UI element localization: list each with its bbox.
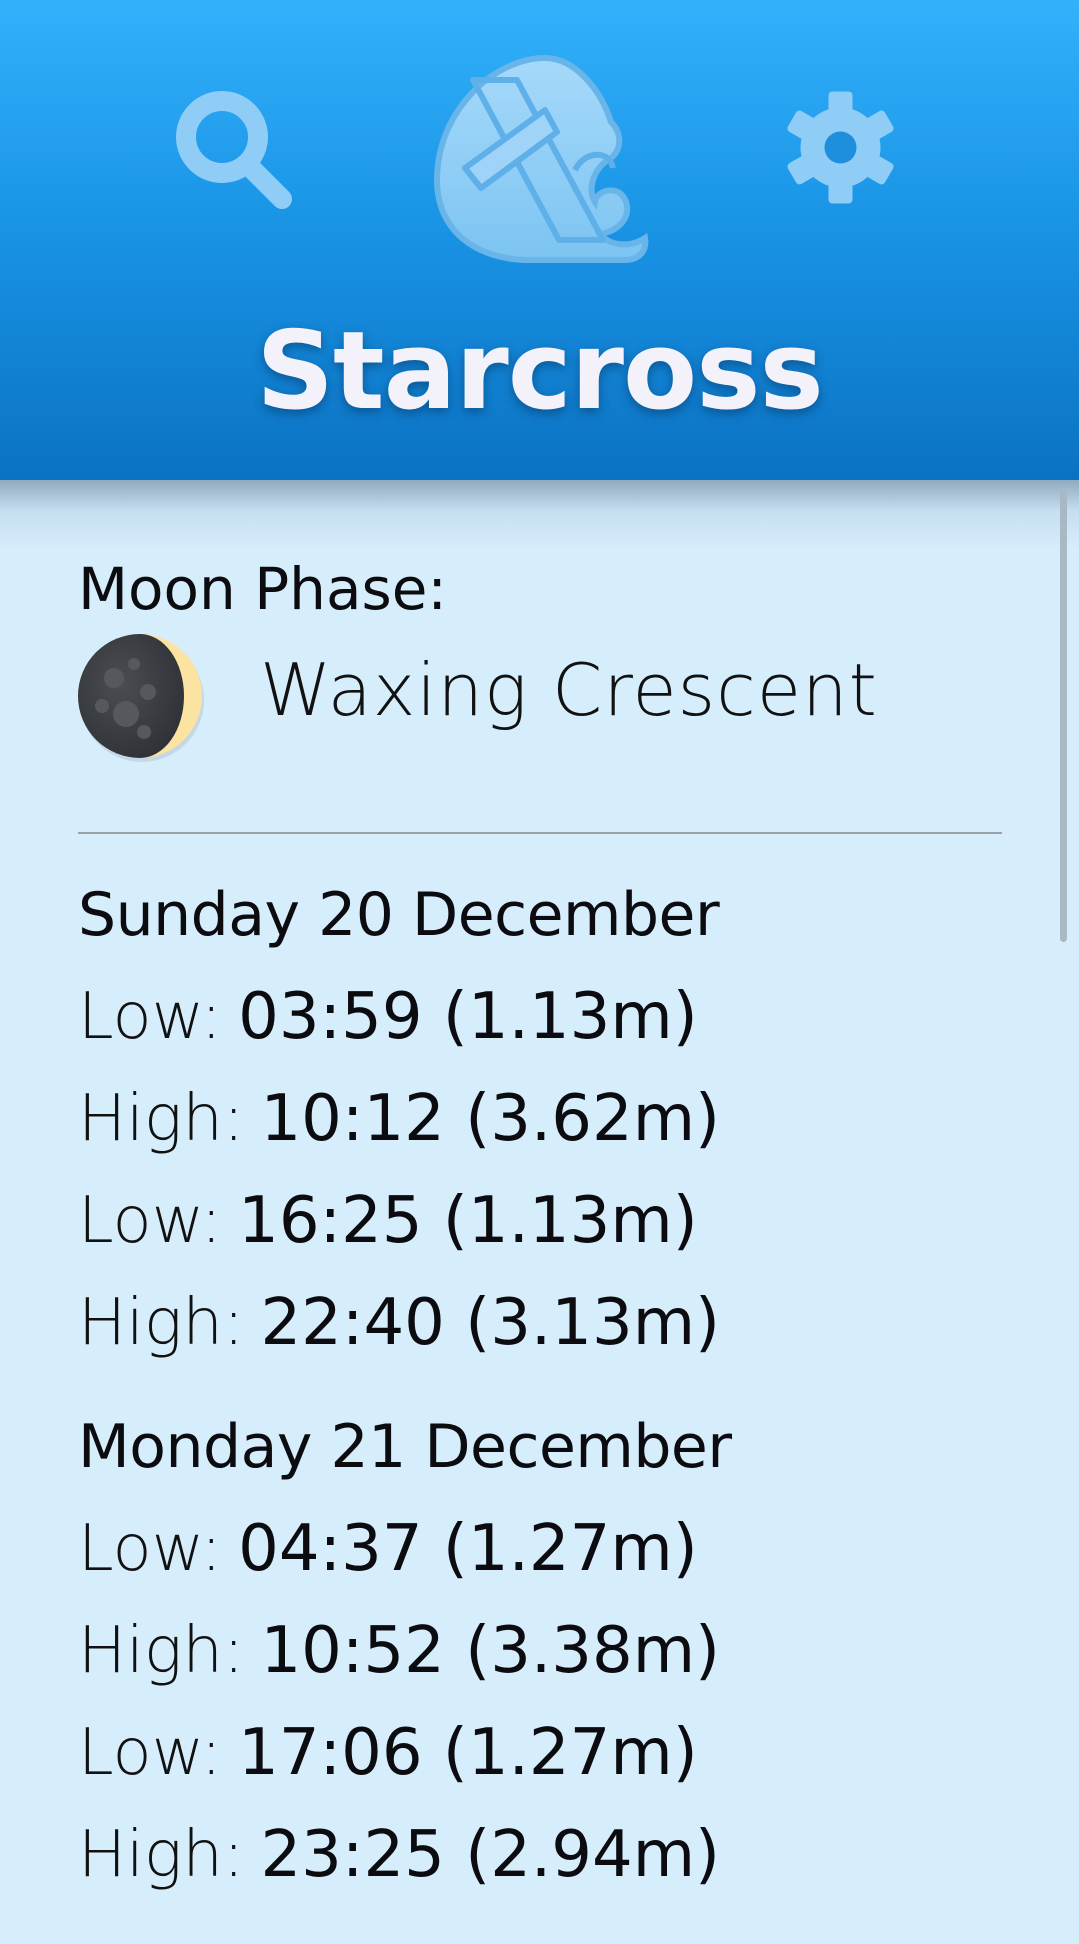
moon-phase-row: Waxing Crescent — [78, 634, 1002, 774]
tide-type: High: — [78, 1082, 245, 1156]
tide-days-list: Sunday 20 December Low: 03:59 (1.13m) Hig… — [78, 880, 1018, 1944]
tide-row: Low: 03:59 (1.13m) — [78, 982, 1018, 1052]
moon-phase-label: Moon Phase: — [78, 555, 447, 623]
divider — [78, 832, 1002, 834]
tide-type: Low: — [78, 1184, 223, 1258]
tide-value: 22:40 (3.13m) — [260, 1286, 720, 1360]
tide-type: Low: — [78, 980, 223, 1054]
day-heading: Sunday 20 December — [78, 880, 720, 950]
scrollbar[interactable] — [1060, 490, 1067, 942]
tide-type: Low: — [78, 1512, 223, 1586]
tide-value: 23:25 (2.94m) — [260, 1818, 720, 1892]
app-logo — [425, 50, 655, 270]
tide-row: High: 23:25 (2.94m) — [78, 1820, 1018, 1890]
tide-row: High: 10:52 (3.38m) — [78, 1616, 1018, 1686]
tide-type: High: — [78, 1614, 245, 1688]
tide-row: High: 22:40 (3.13m) — [78, 1288, 1018, 1358]
moon-section: Moon Phase: Waxing Crescent — [78, 560, 1002, 774]
tide-value: 17:06 (1.27m) — [238, 1716, 698, 1790]
day-heading: Monday 21 December — [78, 1412, 732, 1482]
tide-value: 16:25 (1.13m) — [238, 1184, 698, 1258]
search-icon[interactable] — [170, 85, 300, 215]
gear-icon[interactable] — [778, 85, 903, 210]
day-block: Monday 21 December Low: 04:37 (1.27m) Hig… — [78, 1412, 1018, 1890]
app-header: Starcross — [0, 0, 1079, 480]
waxing-crescent-moon-icon — [78, 634, 206, 762]
tide-value: 03:59 (1.13m) — [238, 980, 698, 1054]
tide-row: Low: 16:25 (1.13m) — [78, 1186, 1018, 1256]
tide-row: High: 10:12 (3.62m) — [78, 1084, 1018, 1154]
header-shadow — [0, 480, 1079, 550]
moon-phase-value: Waxing Crescent — [260, 648, 878, 732]
tide-value: 04:37 (1.27m) — [238, 1512, 698, 1586]
tide-value: 10:12 (3.62m) — [260, 1082, 720, 1156]
tide-type: Low: — [78, 1716, 223, 1790]
tide-type: High: — [78, 1818, 245, 1892]
day-block: Sunday 20 December Low: 03:59 (1.13m) Hig… — [78, 880, 1018, 1358]
tide-value: 10:52 (3.38m) — [260, 1614, 720, 1688]
tide-type: High: — [78, 1286, 245, 1360]
app-title: Starcross — [256, 309, 824, 434]
tide-row: Low: 04:37 (1.27m) — [78, 1514, 1018, 1584]
tide-row: Low: 17:06 (1.27m) — [78, 1718, 1018, 1788]
